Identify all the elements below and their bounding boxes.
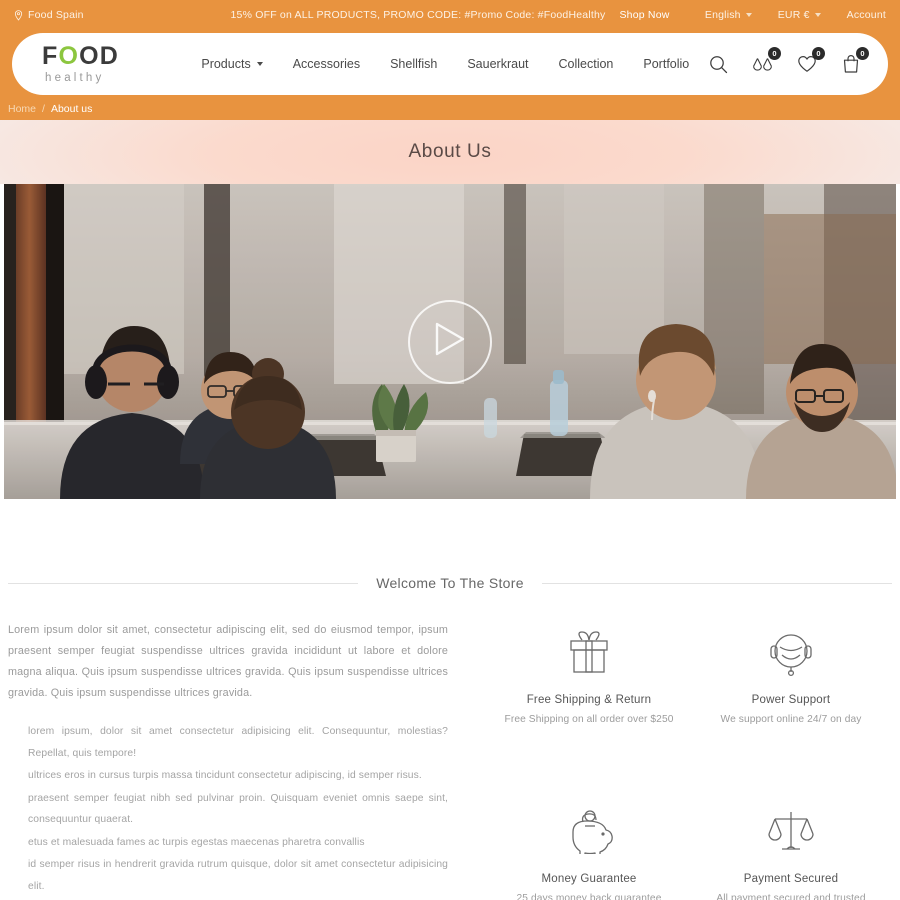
feature-title: Money Guarantee — [541, 873, 637, 885]
chevron-down-icon — [745, 13, 752, 17]
cart-bag-icon[interactable]: 0 — [840, 47, 869, 75]
feature-free-shipping: Free Shipping & Return Free Shipping on … — [488, 626, 690, 763]
about-bullet-list: lorem ipsum, dolor sit amet consectetur … — [8, 721, 448, 900]
nav-item-shellfish[interactable]: Shellfish — [390, 57, 437, 71]
divider-right — [541, 582, 893, 584]
feature-title: Payment Secured — [743, 873, 839, 885]
header-bar: FOOD healthy Products Accessories Shellf… — [12, 33, 888, 95]
hero-video[interactable] — [4, 184, 896, 499]
site-logo[interactable]: FOOD healthy — [42, 41, 192, 85]
logo-accent-letter: O — [58, 41, 80, 70]
about-lead-paragraph: Lorem ipsum dolor sit amet, consectetur … — [8, 624, 448, 699]
feature-description: Free Shipping on all order over $250 — [504, 714, 674, 725]
cart-count-badge: 0 — [855, 47, 869, 60]
currency-selector[interactable]: EUR € — [778, 9, 821, 21]
nav-label: Collection — [558, 57, 614, 71]
play-button[interactable] — [408, 299, 492, 384]
list-item: etus et malesuada fames ac turpis egesta… — [28, 836, 365, 848]
nav-item-accessories[interactable]: Accessories — [293, 57, 360, 71]
features-grid: Free Shipping & Return Free Shipping on … — [488, 620, 892, 900]
welcome-section-header: Welcome To The Store — [0, 575, 900, 591]
site-header: FOOD healthy Products Accessories Shellf… — [0, 30, 900, 98]
currency-label: EUR € — [777, 9, 810, 21]
topbar-controls: English EUR € Account — [705, 9, 886, 21]
nav-label: Portfolio — [643, 57, 690, 71]
feature-money-guarantee: Money Guarantee 25 days money back guara… — [488, 805, 690, 900]
play-icon — [433, 321, 467, 362]
feature-description: We support online 24/7 on day — [720, 714, 862, 725]
announcement-bar: Food Spain 15% OFF on ALL PRODUCTS, PROM… — [0, 0, 900, 30]
list-item: ultrices eros in cursus turpis massa tin… — [28, 770, 422, 781]
language-label: English — [704, 9, 741, 21]
chevron-down-icon — [814, 13, 821, 17]
page-root: Food Spain 15% OFF on ALL PRODUCTS, PROM… — [0, 0, 900, 900]
nav-item-collection[interactable]: Collection — [559, 57, 614, 71]
store-location: Food Spain — [14, 9, 84, 21]
wishlist-heart-icon[interactable]: 0 — [796, 47, 825, 75]
account-label: Account — [846, 9, 886, 21]
divider-left — [8, 582, 359, 584]
balance-scales-icon — [696, 805, 886, 859]
search-icon[interactable] — [708, 53, 730, 75]
breadcrumb-current: About us — [50, 103, 93, 115]
feature-description: All payment secured and trusted — [716, 893, 866, 900]
about-text-column: Lorem ipsum dolor sit amet, consectetur … — [8, 620, 448, 900]
nav-label: Sauerkraut — [467, 57, 529, 71]
map-pin-icon — [14, 9, 23, 21]
gift-box-icon — [494, 626, 684, 680]
page-title: About Us — [408, 141, 492, 162]
breadcrumb-separator: / — [42, 103, 45, 115]
compare-count-badge: 0 — [767, 47, 781, 60]
welcome-heading: Welcome To The Store — [376, 575, 524, 591]
nav-item-sauerkraut[interactable]: Sauerkraut — [467, 57, 528, 71]
piggy-bank-icon — [494, 805, 684, 859]
breadcrumb: Home / About us — [0, 98, 900, 120]
header-actions: 0 0 0 — [708, 47, 869, 75]
nav-item-products[interactable]: Products — [201, 57, 263, 71]
list-item: lorem ipsum, dolor sit amet consectetur … — [28, 726, 448, 759]
compare-scales-icon[interactable]: 0 — [752, 47, 781, 75]
nav-label: Accessories — [292, 57, 361, 71]
promo-text: 15% OFF on ALL PRODUCTS, PROMO CODE: #Pr… — [230, 9, 606, 21]
main-navigation: Products Accessories Shellfish Sauerkrau… — [201, 57, 689, 71]
account-link[interactable]: Account — [847, 9, 886, 21]
chevron-down-icon — [256, 62, 263, 66]
nav-item-portfolio[interactable]: Portfolio — [643, 57, 689, 71]
feature-power-support: Power Support We support online 24/7 on … — [690, 626, 892, 763]
shop-now-link[interactable]: Shop Now — [619, 9, 669, 21]
list-item: id semper risus in hendrerit gravida rut… — [28, 859, 448, 892]
store-location-label: Food Spain — [28, 9, 84, 21]
about-content: Lorem ipsum dolor sit amet, consectetur … — [0, 620, 900, 900]
breadcrumb-home-link[interactable]: Home — [8, 103, 36, 115]
list-item: praesent semper feugiat nibh sed pulvina… — [28, 792, 448, 826]
feature-payment-secured: Payment Secured All payment secured and … — [690, 805, 892, 900]
nav-label: Shellfish — [390, 57, 438, 71]
logo-tagline: healthy — [45, 71, 105, 84]
feature-title: Free Shipping & Return — [526, 694, 652, 706]
headset-support-icon — [696, 626, 886, 680]
page-title-band: About Us — [0, 120, 900, 184]
language-selector[interactable]: English — [705, 9, 752, 21]
nav-label: Products — [201, 57, 251, 71]
feature-title: Power Support — [751, 694, 831, 706]
wishlist-count-badge: 0 — [811, 47, 825, 60]
logo-wordmark: FOOD — [42, 41, 120, 70]
feature-description: 25 days money back guarantee — [516, 893, 662, 900]
